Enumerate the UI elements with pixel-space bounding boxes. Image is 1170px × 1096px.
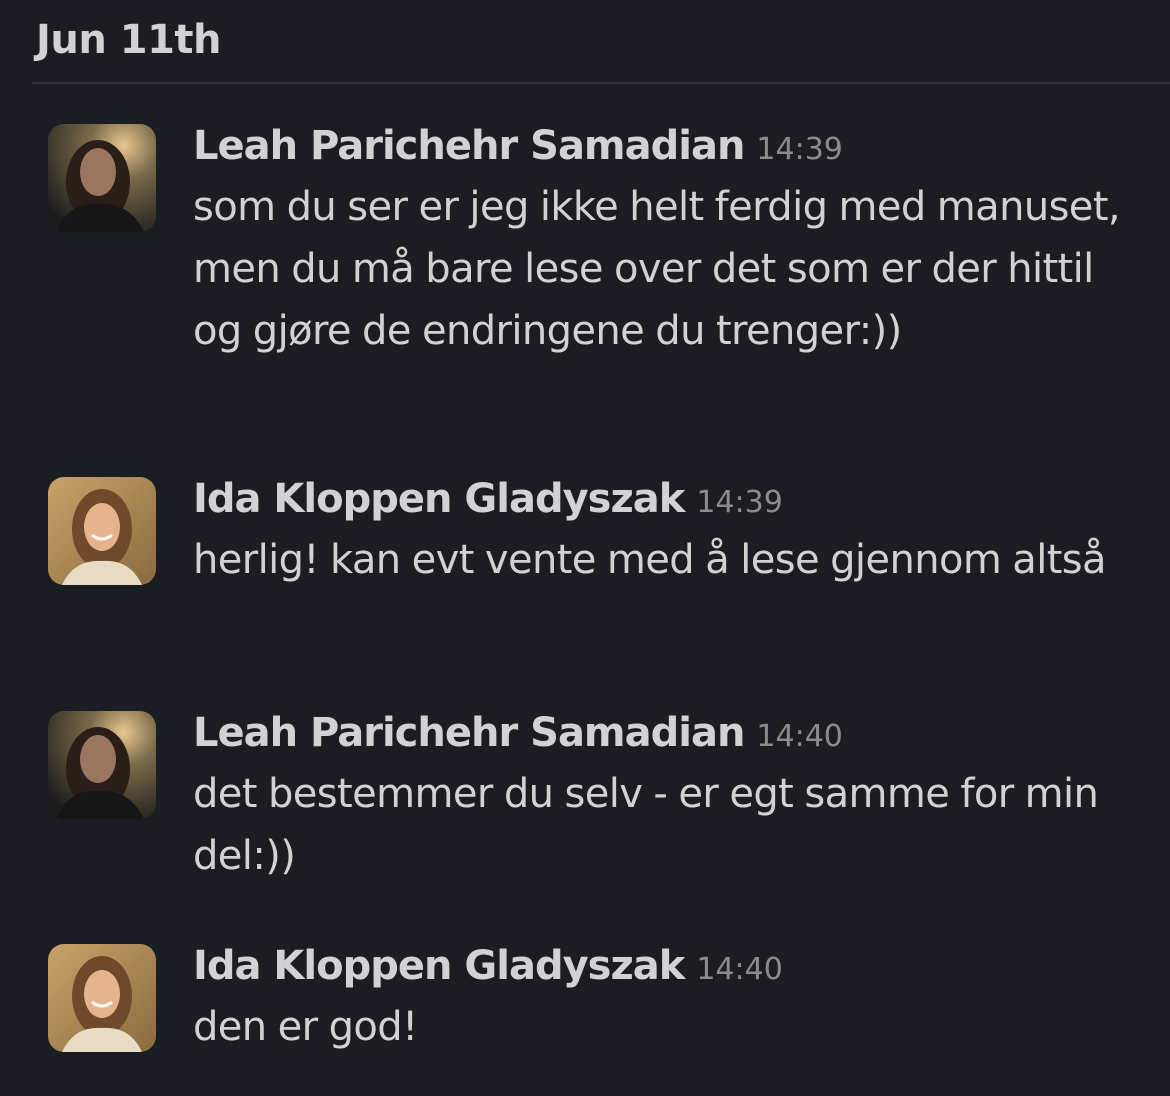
message-text: det bestemmer du selv - er egt samme for… bbox=[193, 771, 1099, 879]
message-timestamp[interactable]: 14:39 bbox=[756, 132, 842, 167]
date-divider-label[interactable]: Jun 11th bbox=[36, 10, 222, 70]
user-avatar-leah[interactable] bbox=[48, 711, 156, 819]
message-author[interactable]: Leah Parichehr Samadian bbox=[193, 123, 745, 169]
message-text: som du ser er jeg ikke helt ferdig med m… bbox=[193, 184, 1121, 354]
message-timestamp[interactable]: 14:40 bbox=[696, 952, 782, 987]
message-timestamp[interactable]: 14:39 bbox=[696, 485, 782, 520]
user-avatar-leah[interactable] bbox=[48, 124, 156, 232]
user-avatar-ida[interactable] bbox=[48, 944, 156, 1052]
message-text: den er god! bbox=[193, 1004, 418, 1050]
message-text: herlig! kan evt vente med å lese gjennom… bbox=[193, 537, 1107, 583]
message-author[interactable]: Ida Kloppen Gladyszak bbox=[193, 943, 685, 989]
message-author[interactable]: Leah Parichehr Samadian bbox=[193, 710, 745, 756]
message-pane: Jun 11th Leah Parichehr Samadian 14:39 s… bbox=[0, 0, 1170, 1096]
message-timestamp[interactable]: 14:40 bbox=[756, 719, 842, 754]
date-divider-line bbox=[32, 82, 1170, 84]
message-author[interactable]: Ida Kloppen Gladyszak bbox=[193, 476, 685, 522]
user-avatar-ida[interactable] bbox=[48, 477, 156, 585]
